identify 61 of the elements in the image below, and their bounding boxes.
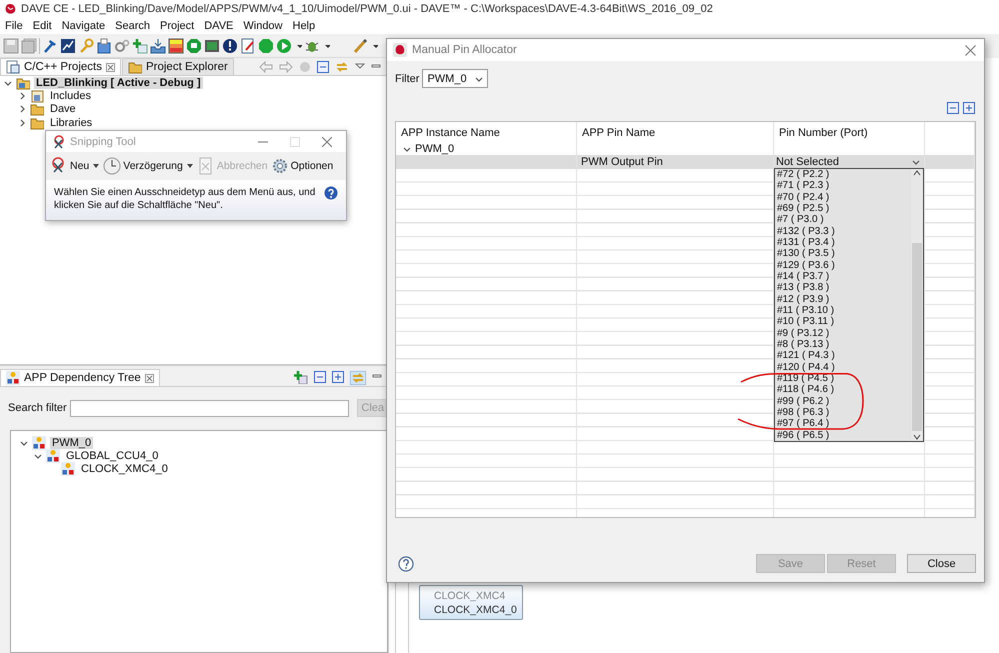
dropdown-option[interactable]: #71 ( P2.3 )	[777, 180, 830, 192]
dropdown-option[interactable]: #69 ( P2.5 )	[777, 202, 830, 214]
dropdown-option[interactable]: #13 ( P3.8 )	[777, 282, 830, 294]
toolbar-button[interactable]: Neu	[50, 157, 90, 175]
dropdown-option[interactable]: #7 ( P3.0 )	[777, 214, 824, 226]
dropdown-option[interactable]: #120 ( P4.4 )	[777, 362, 835, 373]
toolbar-button[interactable]: Optionen	[270, 157, 334, 175]
dropdown-option[interactable]: #132 ( P3.3 )	[777, 226, 835, 237]
dropdown-option[interactable]: #131 ( P3.4 )	[777, 236, 835, 248]
filter-dropdown[interactable]: PWM_0	[422, 69, 488, 88]
view-tab[interactable]: C/C++ Projects	[0, 58, 121, 75]
tree-item[interactable]: CLOCK_XMC4_0	[79, 463, 170, 476]
tree-item[interactable]: PWM_0	[415, 142, 454, 154]
view-tab[interactable]: APP Dependency Tree	[0, 369, 160, 386]
dropdown-option[interactable]: #70 ( P2.4 )	[777, 192, 830, 203]
tree-item[interactable]: LED_Blinking [ Active - Debug ]	[34, 76, 203, 89]
dropdown-option[interactable]: #96 ( P6.5 )	[777, 430, 830, 441]
tree-item[interactable]: Includes	[48, 90, 93, 102]
tree-item[interactable]: PWM_0	[50, 436, 94, 449]
dropdown-option[interactable]: #118 ( P4.6 )	[777, 384, 834, 396]
window-title: DAVE CE - LED_Blinking/Dave/Model/APPS/PWM/v4_1_10/Uimodel/PWM_0.ui - DAVE™ - C:\Workspaces\DAVE-4.3-64Bit\WS_2016_09_02	[21, 3, 713, 15]
menu-item[interactable]: Help	[288, 20, 320, 32]
field-label: Filter	[395, 72, 420, 84]
dropdown-option[interactable]: #14 ( P3.7 )	[777, 270, 830, 282]
dropdown-option[interactable]: #130 ( P3.5 )	[777, 248, 835, 260]
view-tab[interactable]: Project Explorer	[122, 58, 234, 75]
menu-item[interactable]: File	[0, 20, 28, 32]
tree-item[interactable]: Dave	[48, 103, 78, 116]
dropdown-option[interactable]: #121 ( P4.3 )	[777, 350, 835, 362]
dialog-button[interactable]: Close	[907, 554, 976, 573]
pin-dropdown[interactable]: Not Selected	[776, 156, 924, 168]
dropdown-option[interactable]: #9 ( P3.12 )	[777, 328, 830, 339]
field-label: Search filter	[8, 402, 67, 414]
menu-item[interactable]: DAVE	[199, 20, 238, 32]
toolbar-button[interactable]: Verzögerung	[103, 157, 183, 175]
tree-item[interactable]: GLOBAL_CCU4_0	[64, 450, 160, 462]
table-cell: PWM Output Pin	[577, 155, 774, 169]
menu-item[interactable]: Navigate	[56, 20, 110, 32]
dropdown-option[interactable]: #72 ( P2.2 )	[777, 169, 830, 180]
column-header: Pin Number (Port)	[779, 127, 868, 139]
node-name: CLOCK_XMC4_0	[434, 604, 518, 616]
dropdown-option[interactable]: #99 ( P6.2 )	[777, 396, 830, 407]
menu-item[interactable]: Search	[110, 20, 155, 32]
instruction-text: Wählen Sie einen Ausschneidetyp aus dem Menü aus, und klicken Sie auf die Schaltfläche "Neu".	[54, 186, 316, 213]
dropdown-option[interactable]: #12 ( P3.9 )	[777, 294, 830, 305]
dropdown-option[interactable]: #129 ( P3.6 )	[777, 260, 835, 271]
dialog-title: Manual Pin Allocator	[412, 44, 517, 56]
dropdown-option[interactable]: #98 ( P6.3 )	[777, 406, 830, 418]
tree-item[interactable]: Libraries	[48, 116, 94, 129]
menu-item[interactable]: Edit	[28, 20, 57, 32]
column-header: APP Instance Name	[401, 127, 500, 139]
dropdown-option[interactable]: #11 ( P3.10 )	[777, 304, 834, 316]
menu-item[interactable]: Window	[238, 20, 288, 32]
node-type: CLOCK_XMC4	[434, 590, 506, 602]
dropdown-option[interactable]: #10 ( P3.11 )	[777, 316, 834, 328]
diagram-node[interactable]: CLOCK_XMC4 CLOCK_XMC4_0	[419, 585, 523, 620]
dropdown-option[interactable]: #97 ( P6.4 )	[777, 418, 830, 430]
column-header: APP Pin Name	[582, 127, 656, 139]
window-title: Snipping Tool	[70, 136, 136, 148]
menu-item[interactable]: Project	[154, 20, 200, 32]
dropdown-option[interactable]: #8 ( P3.13 )	[777, 338, 830, 350]
